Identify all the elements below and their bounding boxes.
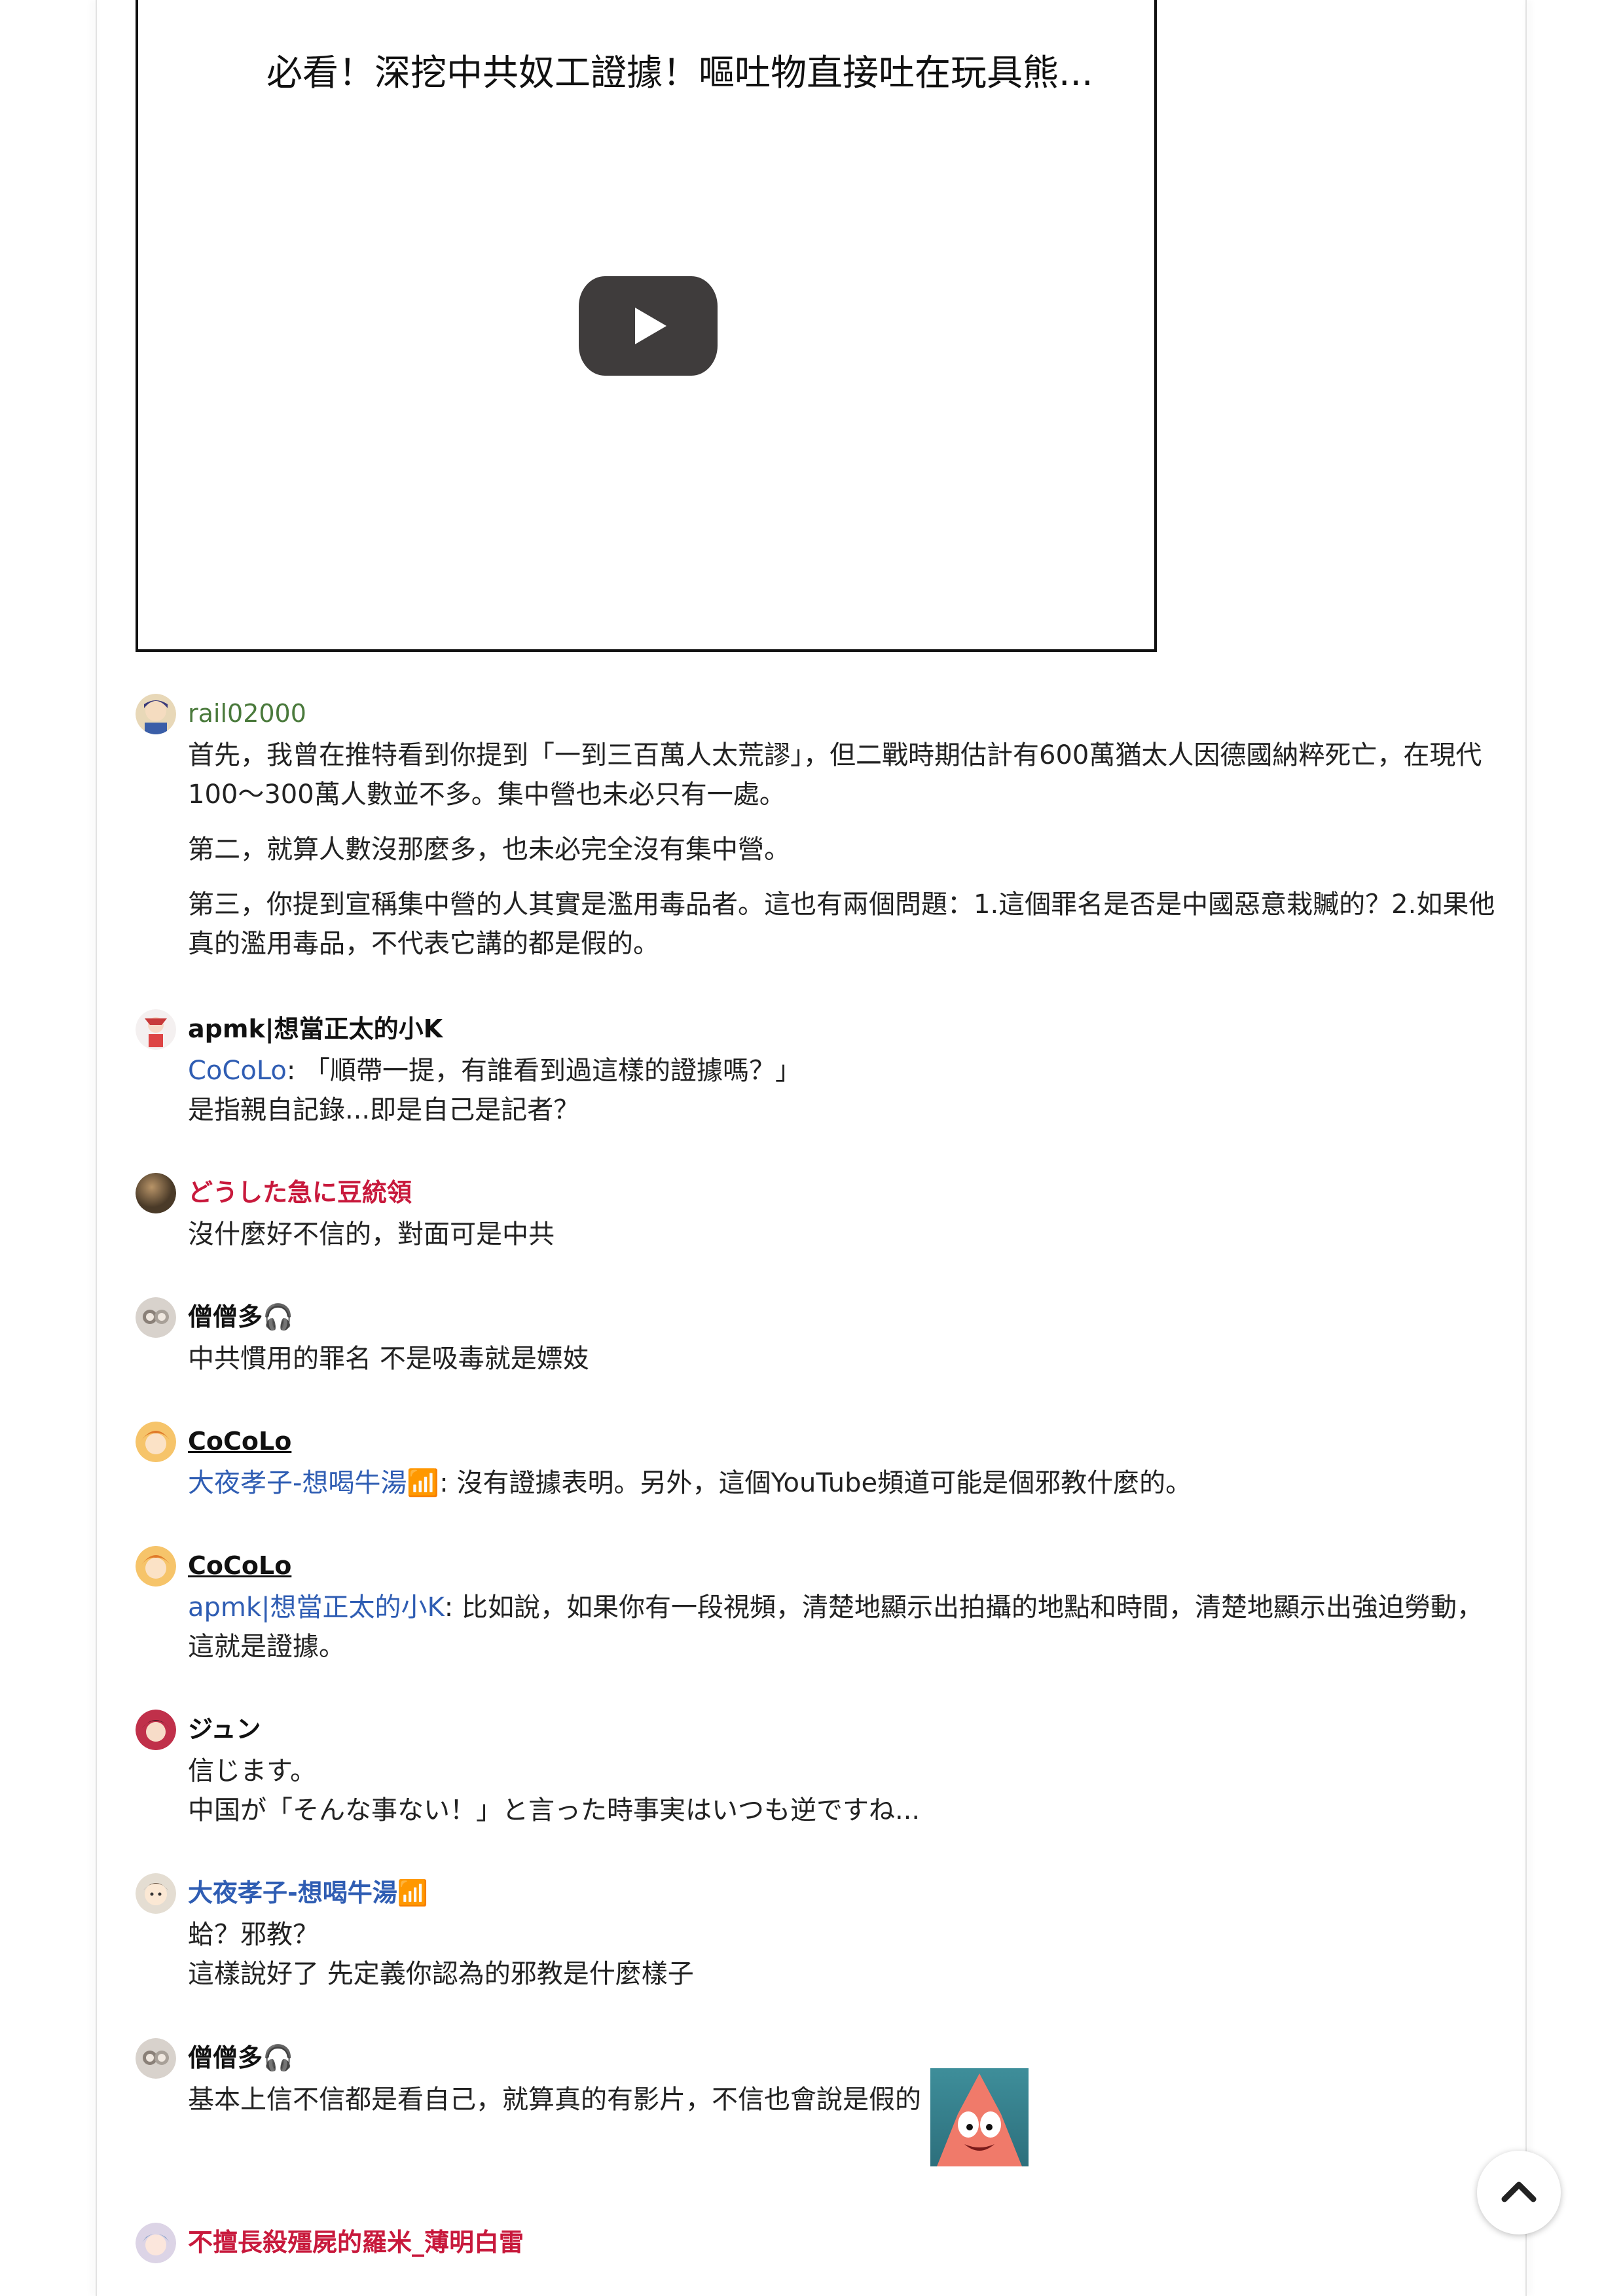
- youtube-embed[interactable]: 必看！深挖中共奴工證據！嘔吐物直接吐在玩具熊...: [136, 0, 1157, 652]
- username[interactable]: 僧僧多🎧: [188, 2042, 293, 2073]
- username[interactable]: rail02000: [188, 698, 306, 729]
- comment-body: 首先，我曾在推特看到你提到「一到三百萬人太荒謬」，但二戰時期估計有600萬猶太人…: [188, 736, 1497, 979]
- page-border-left: [96, 0, 97, 2296]
- comment-text: : 「順帶一提，有誰看到過這樣的證據嗎？」: [286, 1056, 802, 1086]
- video-title[interactable]: 必看！深挖中共奴工證據！嘔吐物直接吐在玩具熊...: [266, 43, 1128, 96]
- comment-text: 中国が「そんな事ない！」と言った時事実はいつも逆ですね...: [188, 1795, 921, 1825]
- comment-body: 蛤？邪教？ 這樣說好了 先定義你認為的邪教是什麼樣子: [188, 1915, 1497, 1994]
- scroll-to-top-button[interactable]: [1477, 2151, 1561, 2234]
- comment-body: apmk|想當正太的小K: 比如說，如果你有一段視頻，清楚地顯示出拍攝的地點和時…: [188, 1588, 1497, 1666]
- comment-body: 大夜孝子-想喝牛湯📶: 沒有證據表明。另外，這個YouTube頻道可能是個邪教什…: [188, 1463, 1497, 1503]
- comment-text: 這樣說好了 先定義你認為的邪教是什麼樣子: [188, 1959, 694, 1989]
- username[interactable]: 不擅長殺殭屍的羅米_薄明白雷: [188, 2227, 524, 2258]
- avatar[interactable]: [136, 694, 176, 734]
- comment-body: 基本上信不信都是看自己，就算真的有影片，不信也會說是假的: [188, 2068, 1497, 2166]
- comment-text: 沒什麼好不信的，對面可是中共: [188, 1219, 555, 1249]
- comment-text: 首先，我曾在推特看到你提到「一到三百萬人太荒謬」，但二戰時期估計有600萬猶太人…: [188, 740, 1482, 810]
- avatar[interactable]: [136, 1009, 176, 1050]
- username[interactable]: 大夜孝子-想喝牛湯📶: [188, 1877, 428, 1909]
- comment-text: 第二，就算人數沒那麼多，也未必完全沒有集中營。: [188, 834, 790, 865]
- mention-link[interactable]: 大夜孝子-想喝牛湯📶: [188, 1468, 439, 1498]
- comment-text: 信じます。: [188, 1756, 316, 1786]
- comment-text: 第三，你提到宣稱集中營的人其實是濫用毒品者。這也有兩個問題：1.這個罪名是否是中…: [188, 889, 1495, 959]
- comment-text: 是指親自記錄...即是自己是記者？: [188, 1095, 580, 1125]
- avatar[interactable]: [136, 1173, 176, 1213]
- chevron-up-icon: [1501, 2181, 1537, 2202]
- username[interactable]: 僧僧多🎧: [188, 1301, 293, 1333]
- comment-text: 中共慣用的罪名 不是吸毒就是嫖妓: [188, 1344, 589, 1374]
- avatar[interactable]: [136, 1546, 176, 1587]
- comment-text: 基本上信不信都是看自己，就算真的有影片，不信也會說是假的: [188, 2085, 921, 2115]
- username[interactable]: CoCoLo: [188, 1550, 291, 1581]
- username[interactable]: どうした急に豆統領: [188, 1177, 412, 1208]
- comment-body: 信じます。 中国が「そんな事ない！」と言った時事実はいつも逆ですね...: [188, 1751, 1497, 1830]
- avatar[interactable]: [136, 1422, 176, 1462]
- avatar[interactable]: [136, 1873, 176, 1914]
- avatar[interactable]: [136, 2038, 176, 2079]
- comment-text: 蛤？邪教？: [188, 1920, 319, 1950]
- avatar[interactable]: [136, 2223, 176, 2263]
- comment-body: CoCoLo: 「順帶一提，有誰看到過這樣的證據嗎？」 是指親自記錄...即是自…: [188, 1051, 1497, 1130]
- username[interactable]: apmk|想當正太的小K: [188, 1013, 443, 1045]
- username[interactable]: ジュン: [188, 1713, 261, 1745]
- page-border-right: [1525, 0, 1527, 2296]
- mention-link[interactable]: apmk|想當正太的小K: [188, 1592, 445, 1623]
- youtube-play-icon[interactable]: [579, 276, 718, 376]
- avatar[interactable]: [136, 1710, 176, 1750]
- avatar[interactable]: [136, 1297, 176, 1338]
- patrick-star-sticker: [930, 2068, 1029, 2166]
- comment-body: 中共慣用的罪名 不是吸毒就是嫖妓: [188, 1339, 1497, 1378]
- comment-body: 沒什麼好不信的，對面可是中共: [188, 1215, 1497, 1254]
- username[interactable]: CoCoLo: [188, 1426, 291, 1457]
- mention-link[interactable]: CoCoLo: [188, 1056, 287, 1086]
- comment-text: : 沒有證據表明。另外，這個YouTube頻道可能是個邪教什麼的。: [439, 1468, 1192, 1498]
